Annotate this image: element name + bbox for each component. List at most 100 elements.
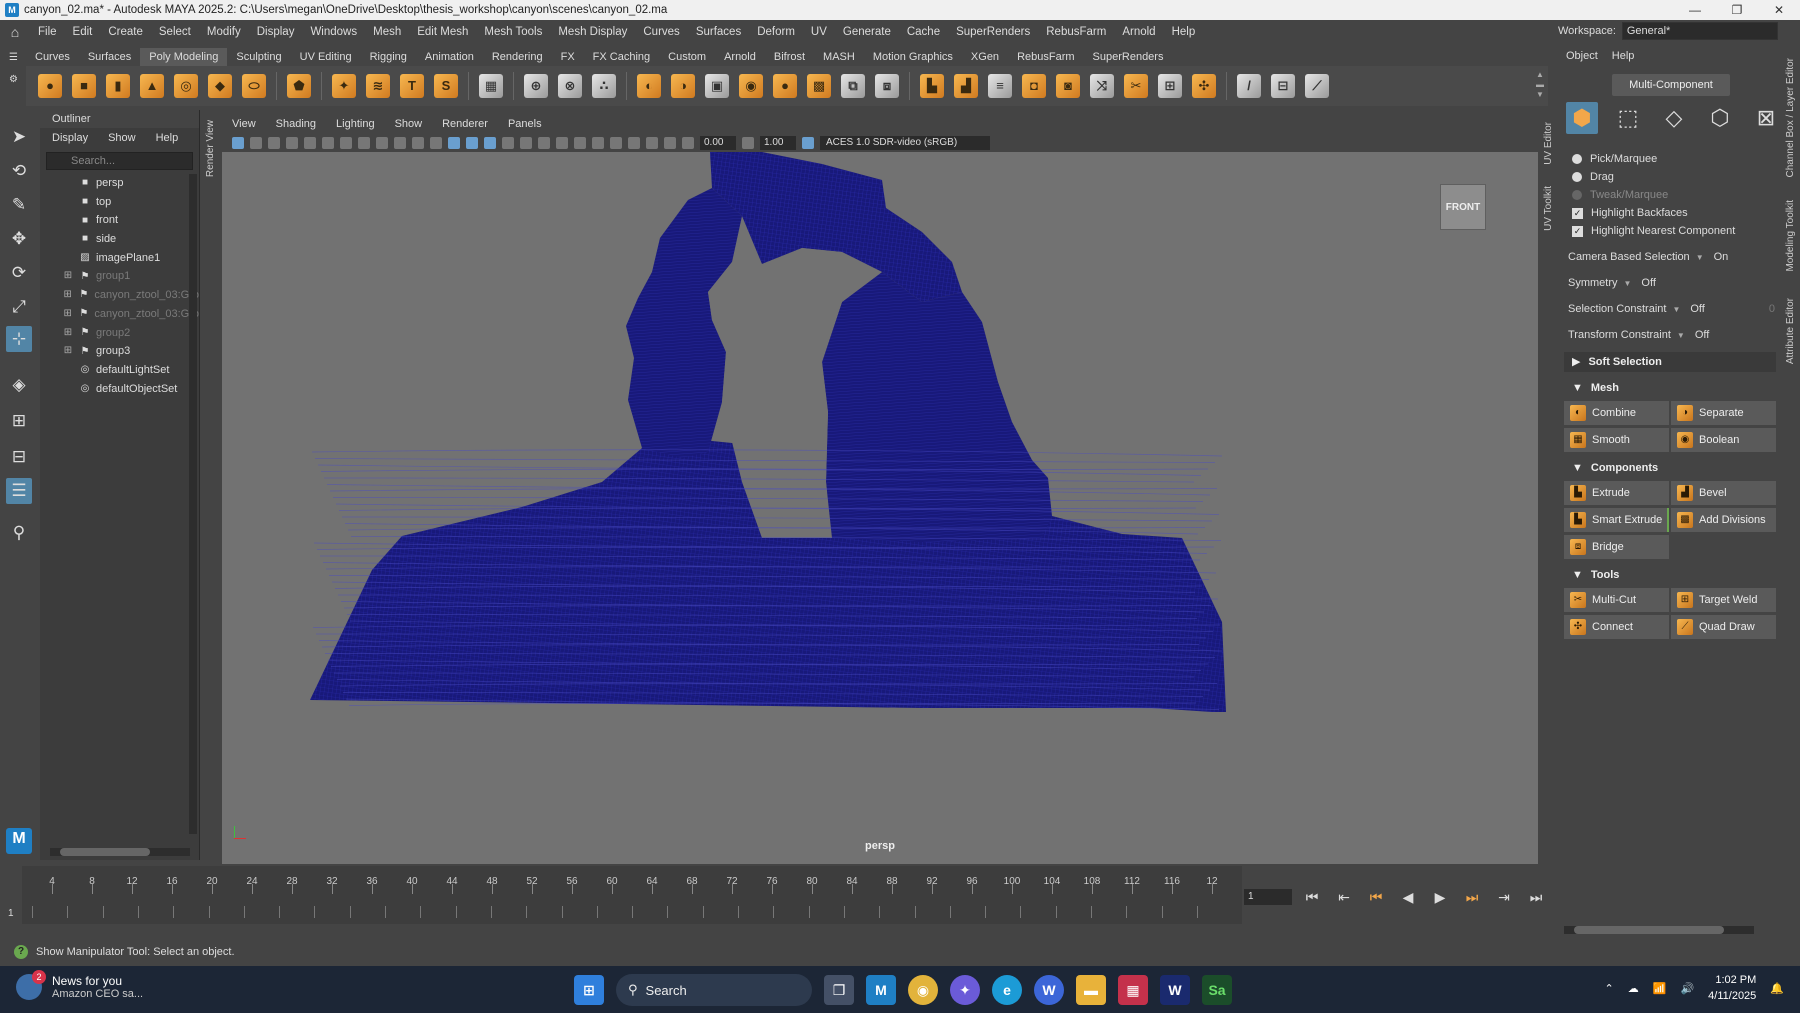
uv-editor-tab[interactable]: UV Editor — [1543, 122, 1554, 165]
fill-hole-icon[interactable]: ◘ — [1022, 74, 1046, 98]
menu-select[interactable]: Select — [151, 26, 199, 38]
gate-mask-icon[interactable] — [394, 137, 406, 149]
dropdown-arrow-icon[interactable]: ▼ — [1677, 331, 1685, 340]
notification-icon[interactable]: 🔔 — [1770, 982, 1784, 995]
extrude-button[interactable]: ▙ Extrude — [1564, 481, 1669, 505]
shelf-tab-fx-caching[interactable]: FX Caching — [584, 48, 659, 66]
xray-components-icon[interactable] — [664, 137, 676, 149]
canyon-arch-mesh[interactable] — [222, 152, 1538, 864]
extrude-shelf-icon[interactable]: ▙ — [920, 74, 944, 98]
shelf-tab-rigging[interactable]: Rigging — [361, 48, 416, 66]
bevel-shelf-icon[interactable]: ▟ — [954, 74, 978, 98]
outliner-item[interactable]: ⊞ ⚑ group3 — [40, 342, 199, 361]
smooth-button[interactable]: ▦ Smooth — [1564, 428, 1669, 452]
color-management-icon[interactable] — [802, 137, 814, 149]
bevel-button[interactable]: ▟ Bevel — [1671, 481, 1776, 505]
wireframe-on-shaded-icon[interactable] — [484, 137, 496, 149]
expand-icon[interactable]: ⊞ — [62, 286, 73, 305]
dropdown-arrow-icon[interactable]: ▼ — [1672, 305, 1680, 314]
outliner-layout-icon[interactable]: ☰ — [6, 478, 32, 504]
bridge-button[interactable]: ⧈ Bridge — [1564, 535, 1669, 559]
super-shape-icon[interactable]: ✦ — [332, 74, 356, 98]
selection-style-radio[interactable]: Drag — [1572, 170, 1782, 184]
chrome-icon[interactable]: ◉ — [908, 975, 938, 1005]
menu-display[interactable]: Display — [249, 26, 303, 38]
scale-tool-icon[interactable]: ⤢ — [6, 294, 32, 320]
modeling-toolkit-scrollbar[interactable] — [1564, 926, 1754, 934]
3d-viewport[interactable]: FRONT persp — [222, 152, 1538, 864]
windows-start-icon[interactable]: ⊞ — [574, 975, 604, 1005]
mash-grid-icon[interactable]: ▦ — [479, 74, 503, 98]
maya-icon[interactable]: M — [866, 975, 896, 1005]
search-icon[interactable]: ⚲ — [6, 520, 32, 546]
workspace-dropdown[interactable]: General* — [1621, 22, 1778, 40]
shelf-tab-arnold[interactable]: Arnold — [715, 48, 765, 66]
move-tool-icon[interactable]: ✥ — [6, 226, 32, 252]
use-lights-icon[interactable] — [520, 137, 532, 149]
shelf-scroll-arrows-icon[interactable]: ▲ ▬ ▼ — [1536, 70, 1544, 100]
shelf-tab-xgen[interactable]: XGen — [962, 48, 1008, 66]
menu-mesh[interactable]: Mesh — [365, 26, 409, 38]
go-to-end-button[interactable]: ⏭ — [1526, 888, 1546, 906]
two-view-icon[interactable]: ⊟ — [6, 444, 32, 470]
multi-cut-button[interactable]: ✂ Multi-Cut — [1564, 588, 1669, 612]
menu-edit-mesh[interactable]: Edit Mesh — [409, 26, 476, 38]
shelf-settings-icon[interactable]: ⚙ — [9, 74, 18, 85]
xray-joints-icon[interactable] — [646, 137, 658, 149]
menu-edit[interactable]: Edit — [65, 26, 101, 38]
sculpt-brush-icon[interactable]: / — [1237, 74, 1261, 98]
components-section[interactable]: ▼ Components — [1564, 458, 1776, 478]
face-mode-icon[interactable]: ⬡ — [1704, 102, 1736, 134]
wifi-icon[interactable]: 📶 — [1653, 982, 1667, 995]
edge-icon[interactable]: e — [992, 975, 1022, 1005]
outliner-horizontal-scrollbar[interactable] — [50, 848, 190, 856]
reset-transform-icon[interactable]: ∴ — [592, 74, 616, 98]
shelf-tab-superrenders[interactable]: SuperRenders — [1084, 48, 1173, 66]
channel-box-tab[interactable]: Channel Box / Layer Editor — [1785, 58, 1796, 178]
isolate-select-icon[interactable] — [610, 137, 622, 149]
toolkit-property-row[interactable]: Selection Constraint ▼ Off 0 — [1568, 302, 1782, 316]
four-view-icon[interactable]: ⊞ — [6, 408, 32, 434]
multi-component-button[interactable]: Multi-Component — [1612, 74, 1730, 96]
shelf-tab-motion-graphics[interactable]: Motion Graphics — [864, 48, 962, 66]
separate-button[interactable]: ◑ Separate — [1671, 401, 1776, 425]
shelf-tab-uv-editing[interactable]: UV Editing — [291, 48, 361, 66]
menu-modify[interactable]: Modify — [199, 26, 249, 38]
menu-arnold[interactable]: Arnold — [1114, 26, 1163, 38]
step-forward-key-button[interactable]: ⇥ — [1494, 888, 1514, 906]
connect-button[interactable]: ✣ Connect — [1564, 615, 1669, 639]
outliner-item[interactable]: ▨ imagePlane1 — [40, 249, 199, 268]
shelf-tab-mash[interactable]: MASH — [814, 48, 864, 66]
combine-button[interactable]: ◐ Combine — [1564, 401, 1669, 425]
shelf-options-icon[interactable]: ☰ — [9, 52, 18, 63]
play-forwards-button[interactable]: ▶ — [1430, 888, 1450, 906]
lasso-tool-icon[interactable]: ⟲ — [6, 158, 32, 184]
menu-superrenders[interactable]: SuperRenders — [948, 26, 1038, 38]
file-explorer-icon[interactable]: ▬ — [1076, 975, 1106, 1005]
merge-shelf-icon[interactable]: ◙ — [1056, 74, 1080, 98]
2d-pan-zoom-icon[interactable] — [304, 137, 316, 149]
connect-shelf-icon[interactable]: ✣ — [1192, 74, 1216, 98]
sweep-mesh-icon[interactable]: ≋ — [366, 74, 390, 98]
selection-style-radio[interactable]: Pick/Marquee — [1572, 152, 1782, 166]
edge-mode-icon[interactable]: ◇ — [1658, 102, 1690, 134]
color-space-dropdown[interactable]: ACES 1.0 SDR-video (sRGB) — [820, 136, 990, 150]
taskbar-search-box[interactable]: ⚲ Search — [616, 974, 812, 1006]
quad-draw-shelf-icon[interactable]: ⟋ — [1305, 74, 1329, 98]
svg-tool-icon[interactable]: S — [434, 74, 458, 98]
poly-cube-icon[interactable]: ■ — [72, 74, 96, 98]
extract-shelf-icon[interactable]: ▣ — [705, 74, 729, 98]
reduce-shelf-icon[interactable]: ▩ — [807, 74, 831, 98]
dropdown-arrow-icon[interactable]: ▼ — [1624, 279, 1632, 288]
platonic-solid-icon[interactable]: ⬟ — [287, 74, 311, 98]
menu-curves[interactable]: Curves — [635, 26, 687, 38]
single-view-icon[interactable]: ◈ — [6, 372, 32, 398]
exposure-field[interactable]: 0.00 — [700, 136, 736, 150]
boolean-shelf-icon[interactable]: ◉ — [739, 74, 763, 98]
shelf-tab-rebusfarm[interactable]: RebusFarm — [1008, 48, 1083, 66]
shelf-tab-fx[interactable]: FX — [552, 48, 584, 66]
textured-icon[interactable] — [502, 137, 514, 149]
slide-edge-icon[interactable]: ⤨ — [1090, 74, 1114, 98]
go-to-start-button[interactable]: ⏮ — [1302, 888, 1322, 906]
play-backwards-button[interactable]: ◀ — [1398, 888, 1418, 906]
